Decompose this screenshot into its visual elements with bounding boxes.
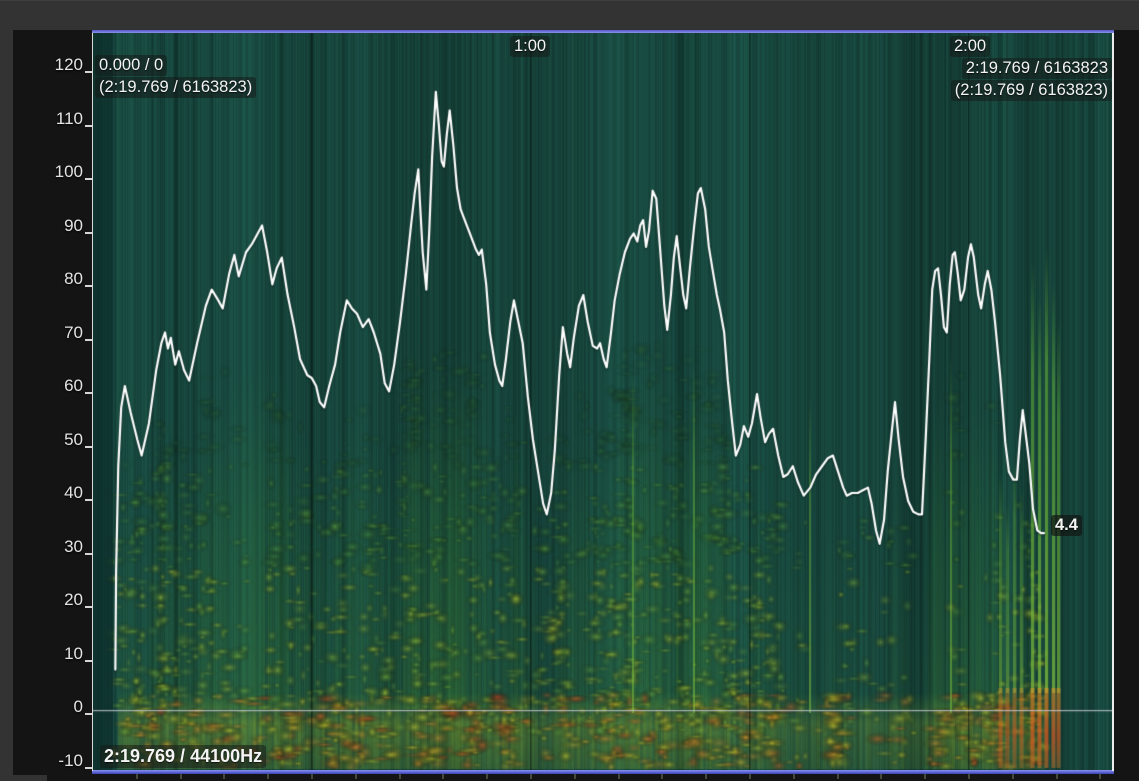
time-minor-tick <box>267 774 269 779</box>
y-axis-tick-mark <box>85 446 92 448</box>
time-minor-tick <box>968 774 970 779</box>
time-minor-tick <box>880 774 882 779</box>
time-minor-tick <box>1056 774 1058 779</box>
y-axis-tick-mark <box>85 125 92 127</box>
time-minor-tick <box>924 774 926 779</box>
time-minor-tick <box>311 774 313 779</box>
y-axis-tick-mark <box>85 767 92 769</box>
time-label-2-00: 2:00 <box>950 36 990 57</box>
y-axis-tick-mark <box>85 339 92 341</box>
y-axis-tick-label: -10 <box>13 751 83 771</box>
y-axis-tick-mark <box>85 285 92 287</box>
pane-focus-border-top <box>92 30 1114 33</box>
time-minor-tick <box>661 774 663 779</box>
time-minor-tick <box>530 774 532 779</box>
y-axis-tick-mark <box>85 606 92 608</box>
y-axis-tick-mark <box>85 178 92 180</box>
y-axis-tick-label: 110 <box>13 109 83 129</box>
curve-end-value-label: 4.4 <box>1051 515 1082 536</box>
play-position-readout: 0.000 / 0 <box>95 55 167 76</box>
y-axis-tick-mark <box>85 660 92 662</box>
pane-border-right <box>1112 33 1114 771</box>
status-bar-readout: 2:19.769 / 44100Hz <box>100 745 266 768</box>
y-axis-tick-mark <box>85 232 92 234</box>
y-axis-tick-mark <box>85 713 92 715</box>
y-axis-tick-label: 20 <box>13 590 83 610</box>
time-minor-tick <box>180 774 182 779</box>
time-minor-tick <box>223 774 225 779</box>
y-axis-tick-label: 80 <box>13 269 83 289</box>
y-axis-tick-label: 100 <box>13 162 83 182</box>
y-axis-tick-label: 50 <box>13 430 83 450</box>
window-top-strip <box>0 0 1139 30</box>
time-minor-tick <box>355 774 357 779</box>
time-minor-tick <box>486 774 488 779</box>
y-axis-tick-label: 10 <box>13 644 83 664</box>
time-minor-tick <box>1099 774 1101 779</box>
pane-border-left <box>92 33 93 771</box>
selection-readout-right: (2:19.769 / 6163823) <box>951 80 1112 101</box>
y-axis-tick-mark <box>85 71 92 73</box>
time-label-1-00: 1:00 <box>510 36 550 57</box>
y-axis-tick-mark <box>85 553 92 555</box>
time-minor-tick <box>1012 774 1014 779</box>
app-window: 1201101009080706050403020100-10 1:00 2:0… <box>0 0 1139 781</box>
time-minor-tick <box>837 774 839 779</box>
time-minor-tick <box>574 774 576 779</box>
y-axis-tick-label: 60 <box>13 376 83 396</box>
duration-readout: 2:19.769 / 6163823 <box>962 58 1112 79</box>
y-axis-tick-mark <box>85 392 92 394</box>
y-axis-tick-mark <box>85 499 92 501</box>
time-minor-tick <box>136 774 138 779</box>
selection-readout-left: (2:19.769 / 6163823) <box>95 77 256 98</box>
time-minor-tick <box>793 774 795 779</box>
y-axis-tick-label: 0 <box>13 697 83 717</box>
gutter-corner <box>13 775 47 781</box>
time-minor-tick <box>618 774 620 779</box>
time-minor-tick <box>749 774 751 779</box>
time-minor-tick <box>442 774 444 779</box>
spectrogram-canvas[interactable] <box>93 33 1113 771</box>
y-axis-tick-label: 30 <box>13 537 83 557</box>
y-axis-tick-label: 40 <box>13 483 83 503</box>
y-axis-tick-label: 120 <box>13 55 83 75</box>
y-axis-tick-label: 90 <box>13 216 83 236</box>
y-axis-tick-label: 70 <box>13 323 83 343</box>
time-minor-tick <box>705 774 707 779</box>
time-minor-tick <box>399 774 401 779</box>
pane-focus-border-bottom <box>92 770 1114 774</box>
